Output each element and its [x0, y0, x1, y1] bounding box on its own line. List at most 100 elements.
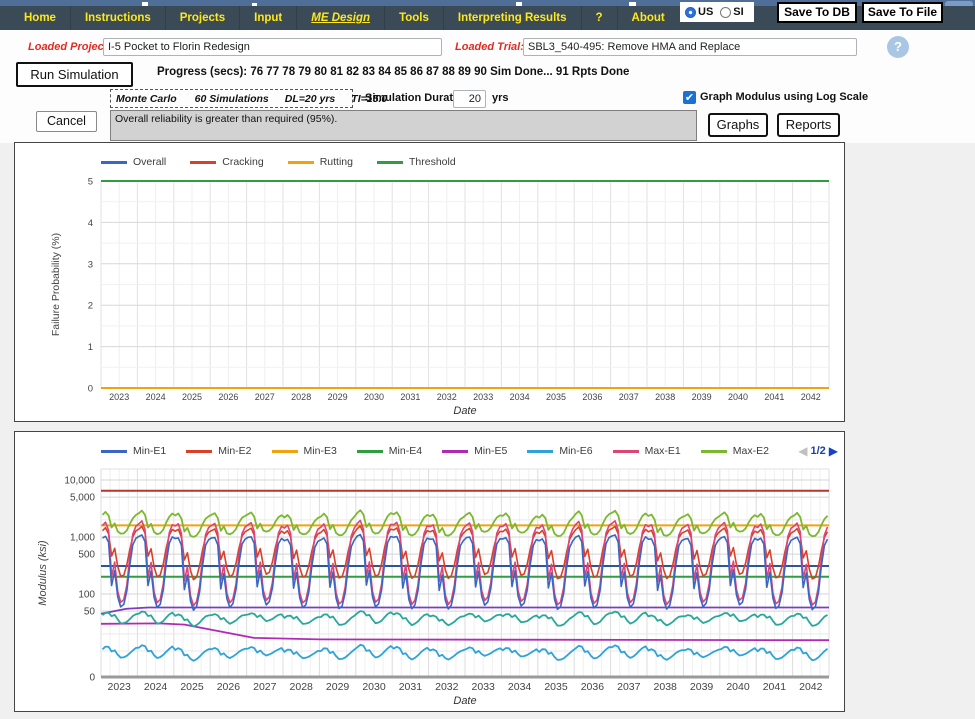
- legend-item-min-e1: Min-E1: [101, 445, 166, 457]
- svg-text:0: 0: [89, 673, 95, 684]
- nav-item-about[interactable]: About: [616, 6, 679, 30]
- nav-item-tools[interactable]: Tools: [384, 6, 443, 30]
- legend-swatch-icon: [700, 449, 727, 453]
- app-window: Home Instructions Projects Input ME Design To…: [0, 0, 975, 719]
- svg-text:2042: 2042: [801, 392, 821, 402]
- svg-text:2029: 2029: [328, 392, 348, 402]
- legend-pager: ◀ 1/2 ▶: [798, 444, 838, 458]
- legend-swatch-icon: [287, 160, 314, 164]
- svg-text:2039: 2039: [690, 681, 714, 693]
- pager-prev-icon[interactable]: ◀: [798, 444, 807, 458]
- help-icon[interactable]: ?: [887, 36, 909, 58]
- run-simulation-button[interactable]: Run Simulation: [16, 62, 133, 87]
- svg-text:2032: 2032: [437, 392, 457, 402]
- chart1-legend: Overall Cracking Rutting Threshold: [101, 156, 480, 168]
- nav-item-instructions[interactable]: Instructions: [69, 6, 165, 30]
- legend-swatch-icon: [376, 160, 403, 164]
- graphs-button[interactable]: Graphs: [708, 113, 768, 137]
- legend-swatch-icon: [356, 449, 383, 453]
- status-message: Overall reliability is greater than requ…: [110, 110, 697, 141]
- mc-sims: 60 Simulations: [194, 92, 269, 105]
- svg-text:2035: 2035: [546, 392, 566, 402]
- svg-text:Modulus (ksi): Modulus (ksi): [37, 540, 49, 606]
- legend-label: Min-E5: [474, 445, 508, 457]
- failure-probability-chart: Overall Cracking Rutting Threshold 0 1 2 3 4 5 20…: [14, 142, 845, 422]
- si-radio-label[interactable]: SI: [733, 6, 743, 18]
- svg-text:4: 4: [88, 218, 93, 229]
- modulus-chart: Min-E1 Min-E2 Min-E3 Min-E4 Min-E5 Min-E6 Max-…: [14, 431, 845, 712]
- mc-dl: DL=20 yrs: [284, 92, 336, 105]
- svg-text:500: 500: [78, 550, 95, 561]
- legend-swatch-icon: [271, 449, 298, 453]
- chart2-plot: 10,0005,0001,0005001005002023 2024 2025 202…: [37, 468, 830, 707]
- nav-item-home[interactable]: Home: [10, 6, 70, 30]
- svg-text:2032: 2032: [435, 681, 459, 693]
- svg-text:Date: Date: [453, 695, 476, 707]
- svg-text:2: 2: [88, 301, 93, 312]
- save-to-file-button[interactable]: Save To File: [862, 2, 943, 23]
- nav-item--[interactable]: ?: [580, 6, 617, 30]
- legend-label: Max-E2: [732, 445, 769, 457]
- legend-item-min-e5: Min-E5: [442, 445, 507, 457]
- legend-swatch-icon: [101, 160, 127, 164]
- chart2-legend: Min-E1 Min-E2 Min-E3 Min-E4 Min-E5 Min-E6 Max-…: [101, 445, 789, 457]
- legend-label: Min-E4: [388, 445, 423, 457]
- svg-text:2036: 2036: [582, 392, 602, 402]
- legend-swatch-icon: [190, 160, 217, 164]
- svg-text:2030: 2030: [364, 392, 384, 402]
- legend-label: Cracking: [222, 156, 264, 168]
- simulation-duration-input[interactable]: [453, 90, 486, 108]
- svg-text:3: 3: [88, 259, 93, 270]
- legend-item-rutting: Rutting: [287, 156, 353, 168]
- pager-next-icon[interactable]: ▶: [829, 444, 838, 458]
- legend-label: Min-E2: [218, 445, 252, 457]
- legend-swatch-icon: [527, 449, 554, 453]
- svg-text:2028: 2028: [290, 681, 314, 693]
- legend-item-min-e2: Min-E2: [186, 445, 252, 457]
- nav-item-projects[interactable]: Projects: [164, 6, 239, 30]
- loaded-project-input[interactable]: [103, 38, 442, 56]
- svg-text:2036: 2036: [581, 681, 605, 693]
- reports-button[interactable]: Reports: [777, 113, 840, 137]
- nav-item-me-design[interactable]: ME Design: [296, 6, 384, 30]
- svg-text:Failure Probability (%): Failure Probability (%): [50, 233, 62, 336]
- nav-item-input[interactable]: Input: [239, 6, 296, 30]
- svg-text:2025: 2025: [182, 392, 202, 402]
- legend-item-min-e6: Min-E6: [527, 445, 593, 457]
- progress-text: Progress (secs): 76 77 78 79 80 81 82 83…: [157, 66, 630, 78]
- svg-text:1,000: 1,000: [70, 533, 95, 544]
- legend-label: Min-E1: [133, 445, 167, 457]
- log-scale-checkbox[interactable]: ✔: [683, 91, 696, 104]
- svg-text:2037: 2037: [617, 681, 641, 693]
- svg-text:2025: 2025: [180, 681, 204, 693]
- loaded-project-label: Loaded Project:: [28, 41, 112, 53]
- chart1-plot: 0 1 2 3 4 5 2023 2024 2025 2026 2027 2028 2029 2030 20…: [50, 177, 830, 417]
- svg-text:2035: 2035: [544, 681, 568, 693]
- units-toggle: US SI: [680, 2, 754, 22]
- us-radio[interactable]: [685, 6, 696, 18]
- svg-text:2024: 2024: [144, 681, 168, 693]
- svg-text:2027: 2027: [255, 392, 275, 402]
- svg-text:1: 1: [88, 342, 93, 353]
- svg-text:2024: 2024: [146, 392, 166, 402]
- legend-item-overall: Overall: [101, 156, 166, 168]
- svg-text:2029: 2029: [326, 681, 350, 693]
- nav-item-interpreting-results[interactable]: Interpreting Results: [442, 6, 581, 30]
- svg-text:2026: 2026: [218, 392, 238, 402]
- svg-text:5: 5: [88, 177, 93, 188]
- legend-label: Min-E6: [559, 445, 593, 457]
- us-radio-label[interactable]: US: [698, 6, 713, 18]
- cancel-button[interactable]: Cancel: [36, 111, 97, 132]
- log-scale-checkbox-label[interactable]: Graph Modulus using Log Scale: [700, 91, 868, 103]
- svg-text:2041: 2041: [764, 392, 784, 402]
- nav-items: Home Instructions Projects Input ME Design To…: [10, 6, 679, 30]
- legend-label: Min-E3: [303, 445, 337, 457]
- loaded-trial-input[interactable]: [523, 38, 857, 56]
- mc-mode: Monte Carlo: [116, 92, 177, 105]
- legend-item-min-e3: Min-E3: [271, 445, 337, 457]
- svg-text:2038: 2038: [655, 392, 675, 402]
- si-radio[interactable]: [720, 6, 732, 18]
- save-to-db-button[interactable]: Save To DB: [777, 2, 857, 23]
- svg-text:100: 100: [78, 590, 95, 601]
- svg-text:2030: 2030: [362, 681, 386, 693]
